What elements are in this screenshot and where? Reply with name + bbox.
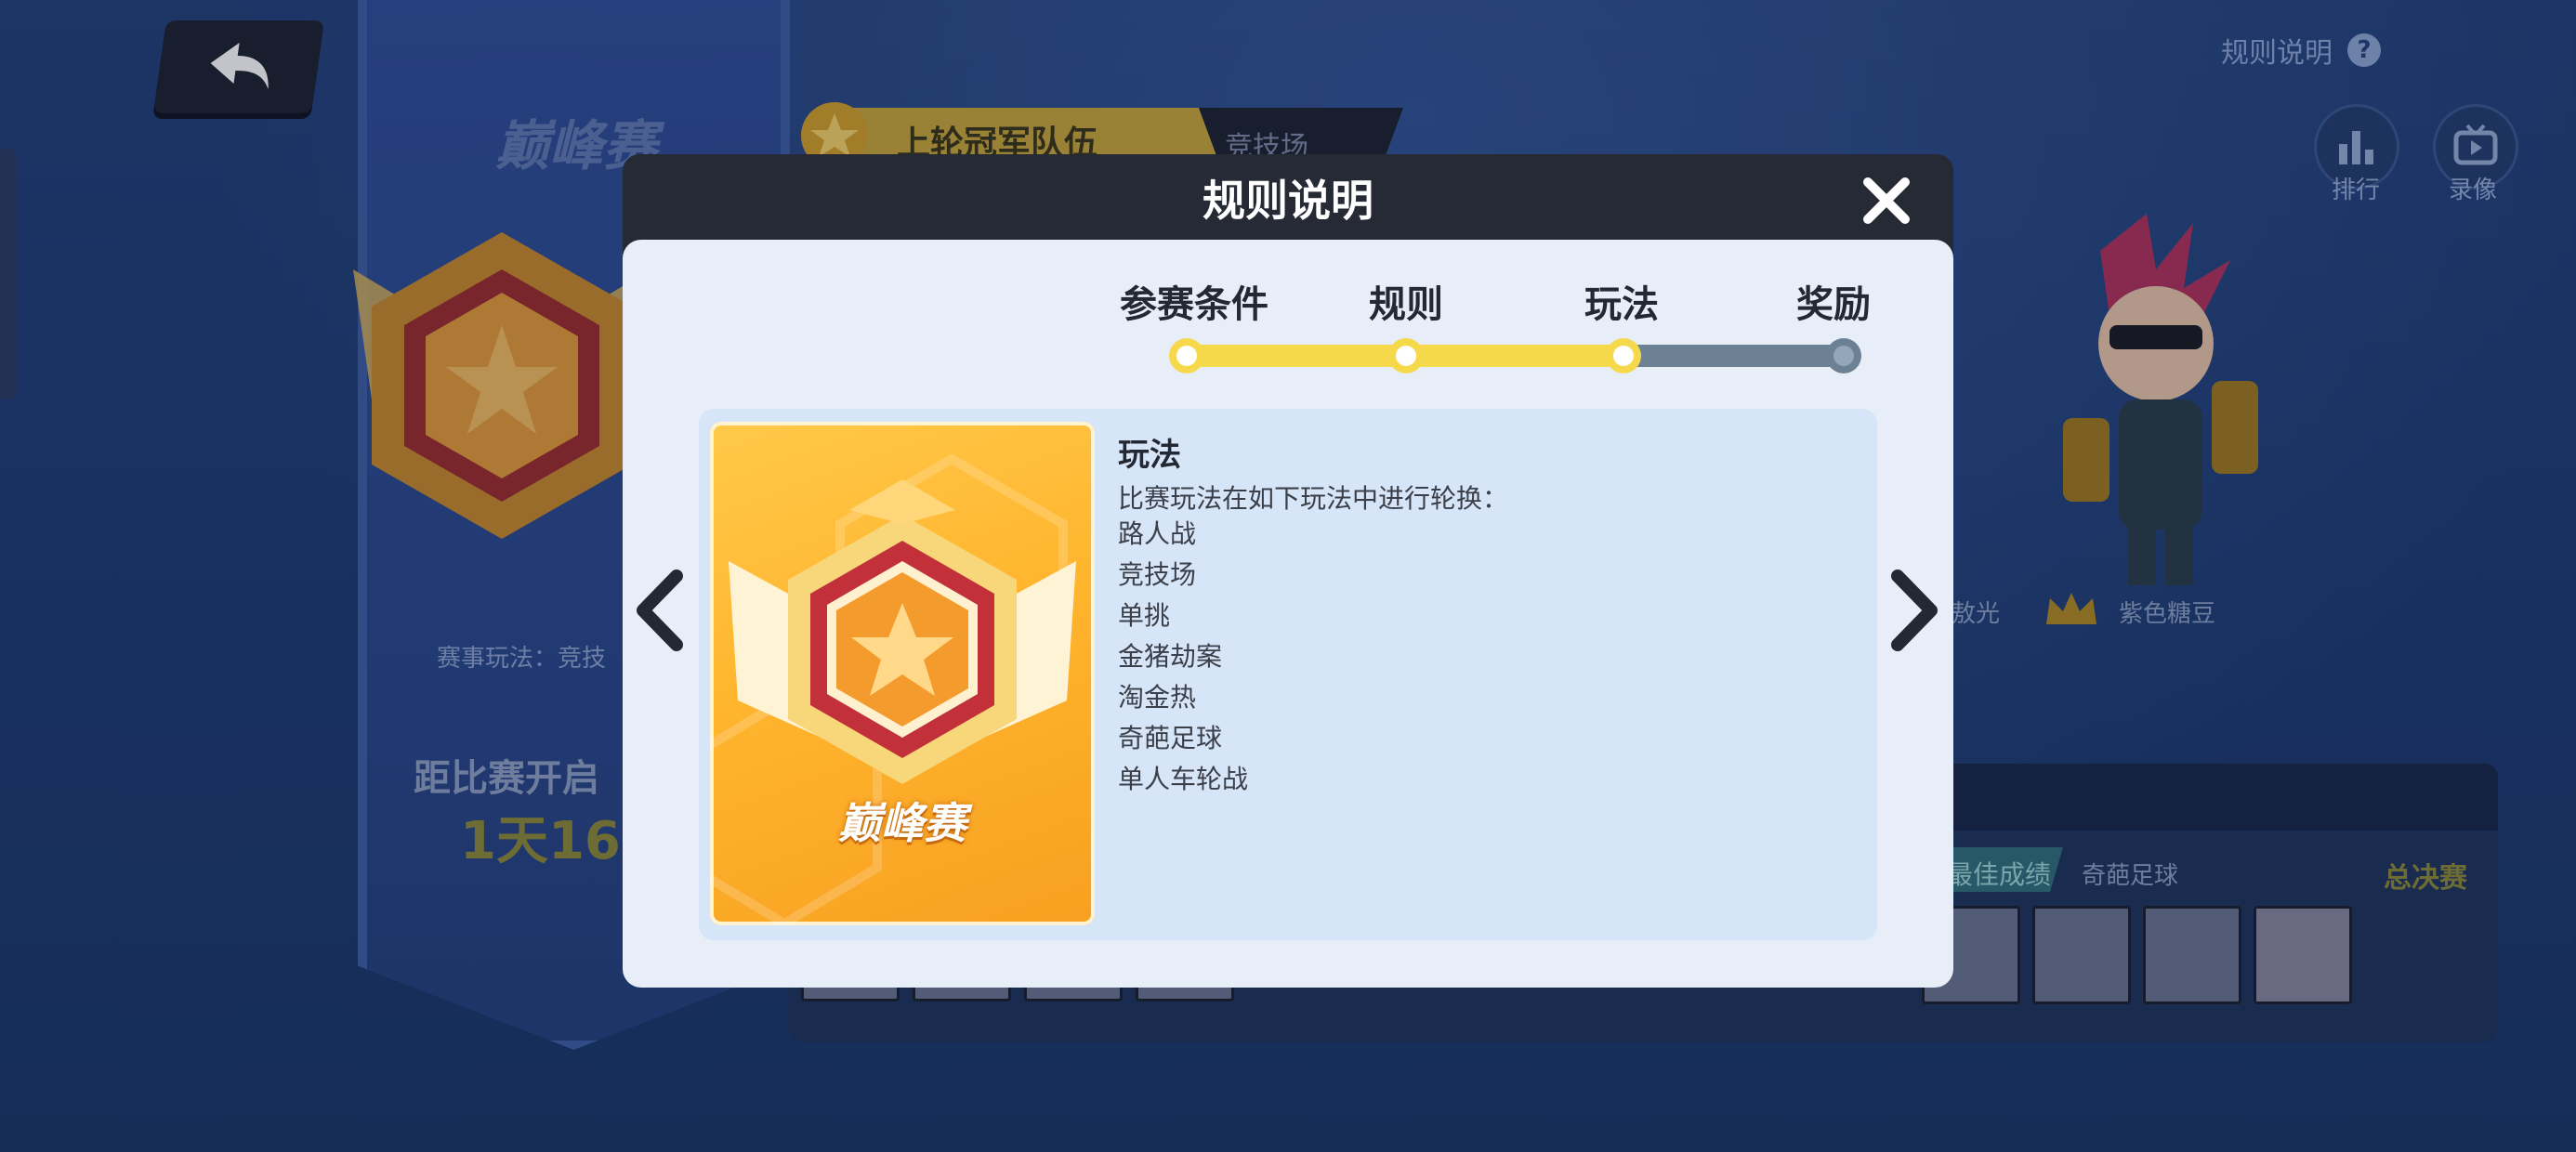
list-item: 竞技场 bbox=[1118, 559, 1197, 590]
step-label-gameplay[interactable]: 玩法 bbox=[1547, 274, 1696, 328]
previous-arrow-icon[interactable] bbox=[632, 569, 688, 652]
modal-title: 规则说明 bbox=[1203, 176, 1373, 226]
list-item: 单人车轮战 bbox=[1118, 764, 1249, 794]
next-arrow-icon[interactable] bbox=[1886, 569, 1942, 652]
step-dot-gameplay[interactable] bbox=[1606, 338, 1641, 373]
close-icon[interactable] bbox=[1859, 173, 1914, 229]
list-item: 淘金热 bbox=[1118, 682, 1197, 713]
list-item: 奇葩足球 bbox=[1118, 723, 1223, 753]
list-item: 金猪劫案 bbox=[1118, 641, 1223, 672]
step-dot-rewards[interactable] bbox=[1826, 338, 1861, 373]
step-label-rewards[interactable]: 奖励 bbox=[1759, 274, 1908, 328]
list-item: 路人战 bbox=[1118, 518, 1197, 549]
mode-list: 路人战 竞技场 单挑 金猪劫案 淘金热 奇葩足球 单人车轮战 bbox=[1118, 514, 1248, 800]
card-title: 巅峰赛 bbox=[838, 798, 966, 848]
step-label-rules[interactable]: 规则 bbox=[1332, 274, 1480, 328]
step-dot-rules[interactable] bbox=[1388, 338, 1424, 373]
content-description: 比赛玩法在如下玩法中进行轮换： bbox=[1118, 483, 1509, 514]
content-title: 玩法 bbox=[1118, 437, 1181, 474]
step-dot-conditions[interactable] bbox=[1169, 338, 1204, 373]
step-label-conditions[interactable]: 参赛条件 bbox=[1106, 274, 1282, 328]
step-progress-remaining bbox=[1624, 345, 1845, 367]
list-item: 单挑 bbox=[1118, 600, 1171, 631]
